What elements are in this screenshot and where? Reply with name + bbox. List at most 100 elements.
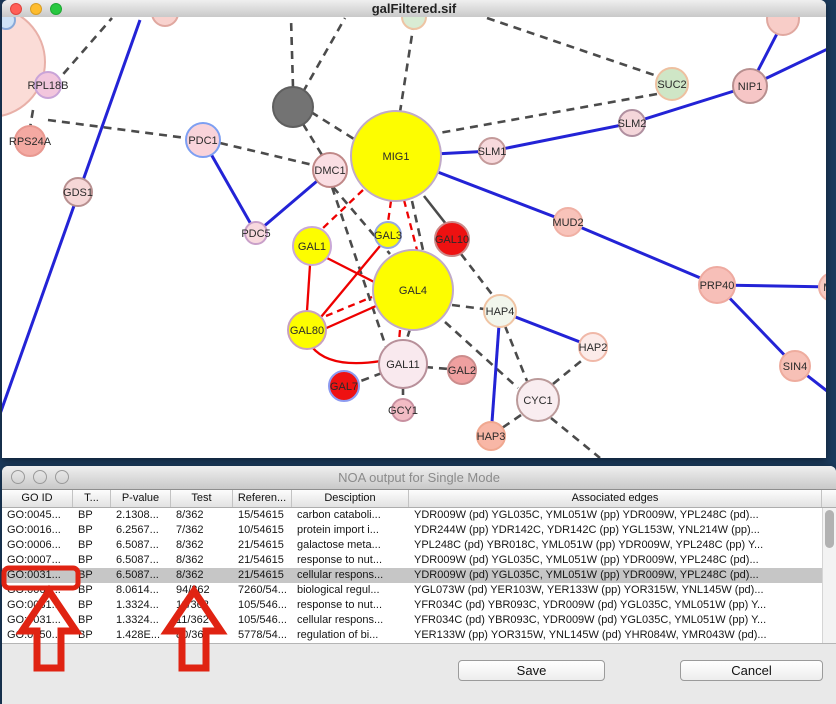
graph-node[interactable] — [273, 87, 313, 127]
graph-edge — [551, 418, 600, 458]
cancel-button[interactable]: Cancel — [680, 660, 823, 681]
graph-node-GAL1[interactable] — [293, 227, 331, 265]
table-cell: YDR009W (pd) YGL035C, YML051W (pp) YDR00… — [409, 568, 822, 583]
table-cell: 105/546... — [233, 613, 292, 628]
table-cell: BP — [73, 598, 111, 613]
graph-edge — [632, 86, 750, 123]
table-cell: GO:0031... — [2, 598, 73, 613]
table-cell: BP — [73, 613, 111, 628]
graph-node[interactable] — [767, 17, 799, 35]
graph-node-GAL3[interactable] — [375, 222, 401, 248]
graph-node-DMC1[interactable] — [313, 153, 347, 187]
column-header-4[interactable]: Referen... — [233, 490, 292, 507]
network-graph: RPL18BRPS24AGDS1PDC1PDC5MIG1DMC1SUC2SLM1… — [2, 17, 826, 458]
graph-node-GAL7[interactable] — [329, 371, 359, 401]
graph-node-NIP1[interactable] — [733, 69, 767, 103]
table-row[interactable]: GO:0045...BP2.1308...8/36215/54615carbon… — [2, 508, 836, 523]
results-table: GO:0045...BP2.1308...8/36215/54615carbon… — [2, 508, 836, 644]
table-cell: 105/546... — [233, 598, 292, 613]
graph-node[interactable] — [402, 17, 426, 29]
close-button[interactable] — [10, 3, 22, 15]
table-cell: 7260/54... — [233, 583, 292, 598]
graph-node-CYC1[interactable] — [517, 379, 559, 421]
graph-node[interactable] — [2, 17, 45, 117]
table-row[interactable]: GO:0031...BP6.5087...8/36221/54615cellul… — [2, 568, 836, 583]
network-canvas[interactable]: RPL18BRPS24AGDS1PDC1PDC5MIG1DMC1SUC2SLM1… — [2, 17, 826, 458]
table-cell: YDR009W (pd) YGL035C, YML051W (pp) YDR00… — [409, 508, 822, 523]
table-cell: YFR034C (pd) YBR093C, YDR009W (pd) YGL03… — [409, 598, 822, 613]
graph-node-GDS1[interactable] — [64, 178, 92, 206]
table-cell: 15/54615 — [233, 508, 292, 523]
table-cell: BP — [73, 508, 111, 523]
graph-node-SLM1[interactable] — [479, 138, 505, 164]
graph-node-MUD2[interactable] — [554, 208, 582, 236]
table-cell: 11/362 — [171, 613, 233, 628]
scrollbar-thumb[interactable] — [825, 510, 834, 548]
graph-node-MIG1[interactable] — [351, 111, 441, 201]
graph-node-RPL18B[interactable] — [35, 72, 61, 98]
table-row[interactable]: GO:0031...BP1.3324...11/362105/546...res… — [2, 598, 836, 613]
noa-window-titlebar[interactable]: NOA output for Single Mode — [2, 466, 836, 490]
table-cell: 1.3324... — [111, 598, 171, 613]
graph-node-GAL11[interactable] — [379, 340, 427, 388]
minimize-button[interactable] — [30, 3, 42, 15]
table-cell: response to nut... — [292, 553, 409, 568]
table-header-row: GO IDT...P-valueTestReferen...Desciption… — [2, 490, 836, 508]
graph-node-PDC1[interactable] — [186, 123, 220, 157]
table-cell: galactose meta... — [292, 538, 409, 553]
column-header-1[interactable]: T... — [73, 490, 111, 507]
table-row[interactable]: GO:0016...BP6.2567...7/36210/54615protei… — [2, 523, 836, 538]
maximize-button[interactable] — [50, 3, 62, 15]
graph-edge — [412, 201, 423, 250]
table-cell: 6.5087... — [111, 553, 171, 568]
table-cell: GO:0050... — [2, 628, 73, 643]
column-header-2[interactable]: P-value — [111, 490, 171, 507]
graph-node-GAL4[interactable] — [373, 250, 453, 330]
graph-node-MSI[interactable] — [819, 273, 826, 301]
graph-node-HAP3[interactable] — [477, 422, 505, 450]
column-header-3[interactable]: Test — [171, 490, 233, 507]
table-cell: GO:0031... — [2, 568, 73, 583]
graph-node-GAL2[interactable] — [448, 356, 476, 384]
graph-node-SIN4[interactable] — [780, 351, 810, 381]
network-window: galFiltered.sif RPL18BRPS24AGDS1PDC1PDC5… — [2, 0, 826, 458]
graph-node-PRP40[interactable] — [699, 267, 735, 303]
table-row[interactable]: GO:0065...BP8.0614...94/3627260/54...bio… — [2, 583, 836, 598]
table-row[interactable]: GO:0031...BP1.3324...11/362105/546...cel… — [2, 613, 836, 628]
graph-edge — [303, 124, 322, 155]
graph-node-HAP2[interactable] — [579, 333, 607, 361]
graph-node[interactable] — [152, 17, 178, 26]
graph-edge — [502, 415, 521, 428]
graph-node-GAL10[interactable] — [435, 222, 469, 256]
graph-node-HAP4[interactable] — [484, 295, 516, 327]
minimize-button-inactive[interactable] — [33, 470, 47, 484]
column-header-6[interactable]: Associated edges — [409, 490, 822, 507]
table-cell: YDR009W (pd) YGL035C, YML051W (pp) YDR00… — [409, 553, 822, 568]
graph-node-RPS24A[interactable] — [15, 126, 45, 156]
network-window-titlebar[interactable]: galFiltered.sif — [2, 0, 826, 18]
column-header-5[interactable]: Desciption — [292, 490, 409, 507]
column-header-0[interactable]: GO ID — [2, 490, 73, 507]
graph-node-SUC2[interactable] — [656, 68, 688, 100]
close-button-inactive[interactable] — [11, 470, 25, 484]
maximize-button-inactive[interactable] — [55, 470, 69, 484]
table-row[interactable]: GO:0007...BP6.5087...8/36221/54615respon… — [2, 553, 836, 568]
graph-edge — [568, 222, 717, 285]
table-scrollbar[interactable] — [822, 508, 836, 643]
save-button[interactable]: Save — [458, 660, 605, 681]
table-cell: 6.5087... — [111, 568, 171, 583]
graph-edge — [505, 326, 527, 381]
graph-node-PDC5[interactable] — [245, 222, 267, 244]
graph-edge — [492, 123, 632, 151]
table-cell: YER133W (pp) YOR315W, YNL145W (pd) YHR08… — [409, 628, 822, 643]
graph-edge — [358, 373, 382, 382]
table-row[interactable]: GO:0050...BP1.428E...80/3625778/54...reg… — [2, 628, 836, 643]
table-cell: GO:0016... — [2, 523, 73, 538]
graph-node-SLM2[interactable] — [619, 110, 645, 136]
table-row[interactable]: GO:0006...BP6.5087...8/36221/54615galact… — [2, 538, 836, 553]
table-cell: 80/362 — [171, 628, 233, 643]
table-cell: regulation of bi... — [292, 628, 409, 643]
noa-window-title: NOA output for Single Mode — [2, 466, 836, 489]
graph-node-GCY1[interactable] — [392, 399, 414, 421]
graph-node-GAL80[interactable] — [288, 311, 326, 349]
